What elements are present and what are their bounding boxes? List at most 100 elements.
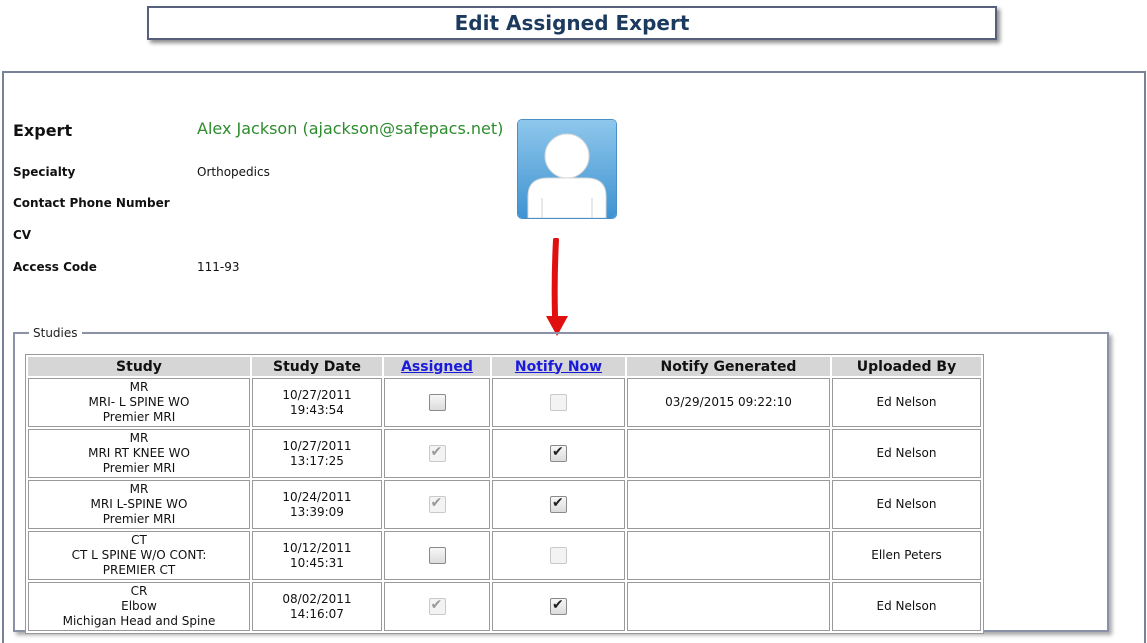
notify-now-cell: ✔ [492,480,625,529]
table-row[interactable]: MR MRI RT KNEE WO Premier MRI 10/27/2011 13:… [28,429,981,478]
contact-phone-label: Contact Phone Number [13,196,170,210]
uploaded-by-cell: Ed Nelson [832,429,981,478]
access-code-label: Access Code [13,260,97,274]
study-date: 10/12/2011 [282,540,352,555]
col-uploaded-by-header: Uploaded By [832,357,981,376]
studies-table: Study Study Date Assigned Notify Now Not… [25,354,984,634]
specialty-value: Orthopedics [197,165,270,179]
study-cell: MR MRI RT KNEE WO Premier MRI [28,429,250,478]
study-cell: MR MRI- L SPINE WO Premier MRI [28,378,250,427]
notify-generated-cell: 03/29/2015 09:22:10 [627,378,830,427]
studies-legend: Studies [33,326,78,340]
notify-now-checkbox [550,547,567,564]
uploaded-by-cell: Ed Nelson [832,582,981,631]
notify-now-checkbox[interactable]: ✔ [550,444,567,462]
col-notify-generated-header: Notify Generated [627,357,830,376]
cv-label: CV [13,228,32,242]
assigned-cell: ✔ [384,429,490,478]
check-mark-icon: ✔ [552,444,564,460]
study-description: Elbow [121,599,157,613]
assigned-checkbox: ✔ [428,444,446,462]
study-time: 19:43:54 [290,402,344,417]
study-time: 13:17:25 [290,453,344,468]
study-description: MRI L-SPINE WO [90,497,188,511]
notify-now-cell: ✔ [492,582,625,631]
study-site: Premier MRI [102,461,176,475]
check-mark-icon: ✔ [552,597,564,613]
col-study-header: Study [28,357,250,376]
study-description: CT L SPINE W/O CONT: [71,548,207,562]
study-time: 14:16:07 [290,606,344,621]
assigned-checkbox[interactable] [428,394,446,411]
study-date: 10/27/2011 [282,387,352,402]
study-date-cell: 10/27/2011 13:17:25 [252,429,382,478]
study-cell: CR Elbow Michigan Head and Spine [28,582,250,631]
col-assigned-header: Assigned [384,357,490,376]
study-modality: CR [130,584,148,598]
study-description: MRI- L SPINE WO [88,395,190,409]
assigned-cell [384,378,490,427]
study-time: 10:45:31 [290,555,344,570]
study-site: PREMIER CT [102,563,176,577]
check-mark-icon: ✔ [430,444,443,460]
study-date-cell: 10/12/2011 10:45:31 [252,531,382,580]
table-row[interactable]: CR Elbow Michigan Head and Spine 08/02/2011… [28,582,981,631]
uploaded-by-cell: Ed Nelson [832,480,981,529]
user-silhouette-icon [517,119,617,219]
page-title-bar: Edit Assigned Expert [147,6,997,40]
assigned-cell: ✔ [384,480,490,529]
assigned-cell [384,531,490,580]
study-description: MRI RT KNEE WO [88,446,190,460]
expert-label: Expert [13,121,73,140]
col-study-date-header: Study Date [252,357,382,376]
notify-now-cell [492,378,625,427]
study-site: Premier MRI [102,410,176,424]
notify-now-checkbox [550,394,567,411]
notify-generated-cell [627,582,830,631]
check-mark-icon: ✔ [430,495,443,511]
study-date-cell: 10/24/2011 13:39:09 [252,480,382,529]
studies-table-body: MR MRI- L SPINE WO Premier MRI 10/27/2011 19… [28,378,981,631]
access-code-value: 111-93 [197,260,240,274]
assigned-sort-link[interactable]: Assigned [401,359,473,375]
study-modality: MR [129,380,149,394]
expert-name: Alex Jackson (ajackson@safepacs.net) [197,119,504,138]
uploaded-by-cell: Ellen Peters [832,531,981,580]
table-row[interactable]: MR MRI- L SPINE WO Premier MRI 10/27/2011 19… [28,378,981,427]
notify-now-cell [492,531,625,580]
study-cell: MR MRI L-SPINE WO Premier MRI [28,480,250,529]
study-modality: MR [129,482,149,496]
check-mark-icon: ✔ [552,495,564,511]
studies-fieldset: Studies Study Study Date Assigned Notify… [13,326,1109,634]
study-modality: CT [131,533,147,547]
assigned-checkbox: ✔ [428,597,446,615]
table-row[interactable]: MR MRI L-SPINE WO Premier MRI 10/24/2011 13:… [28,480,981,529]
notify-now-checkbox[interactable]: ✔ [550,495,567,513]
study-modality: MR [129,431,149,445]
table-row[interactable]: CT CT L SPINE W/O CONT: PREMIER CT 10/12/20… [28,531,981,580]
study-date-cell: 10/27/2011 19:43:54 [252,378,382,427]
expert-panel: Expert Alex Jackson (ajackson@safepacs.n… [2,71,1146,643]
notify-generated-cell [627,531,830,580]
specialty-label: Specialty [13,165,76,179]
study-site: Premier MRI [102,512,176,526]
study-cell: CT CT L SPINE W/O CONT: PREMIER CT [28,531,250,580]
notify-generated-cell [627,429,830,478]
study-date: 08/02/2011 [282,591,352,606]
assigned-checkbox: ✔ [428,495,446,513]
study-date: 10/24/2011 [282,489,352,504]
col-notify-now-header: Notify Now [492,357,625,376]
check-mark-icon: ✔ [430,597,443,613]
page-title: Edit Assigned Expert [454,11,690,35]
uploaded-by-cell: Ed Nelson [832,378,981,427]
study-date-cell: 08/02/2011 14:16:07 [252,582,382,631]
notify-now-checkbox[interactable]: ✔ [550,597,567,615]
study-site: Michigan Head and Spine [62,614,216,628]
assigned-cell: ✔ [384,582,490,631]
notify-now-cell: ✔ [492,429,625,478]
notify-generated-cell [627,480,830,529]
study-date: 10/27/2011 [282,438,352,453]
study-time: 13:39:09 [290,504,344,519]
notify-now-link[interactable]: Notify Now [515,359,602,375]
assigned-checkbox[interactable] [428,547,446,564]
